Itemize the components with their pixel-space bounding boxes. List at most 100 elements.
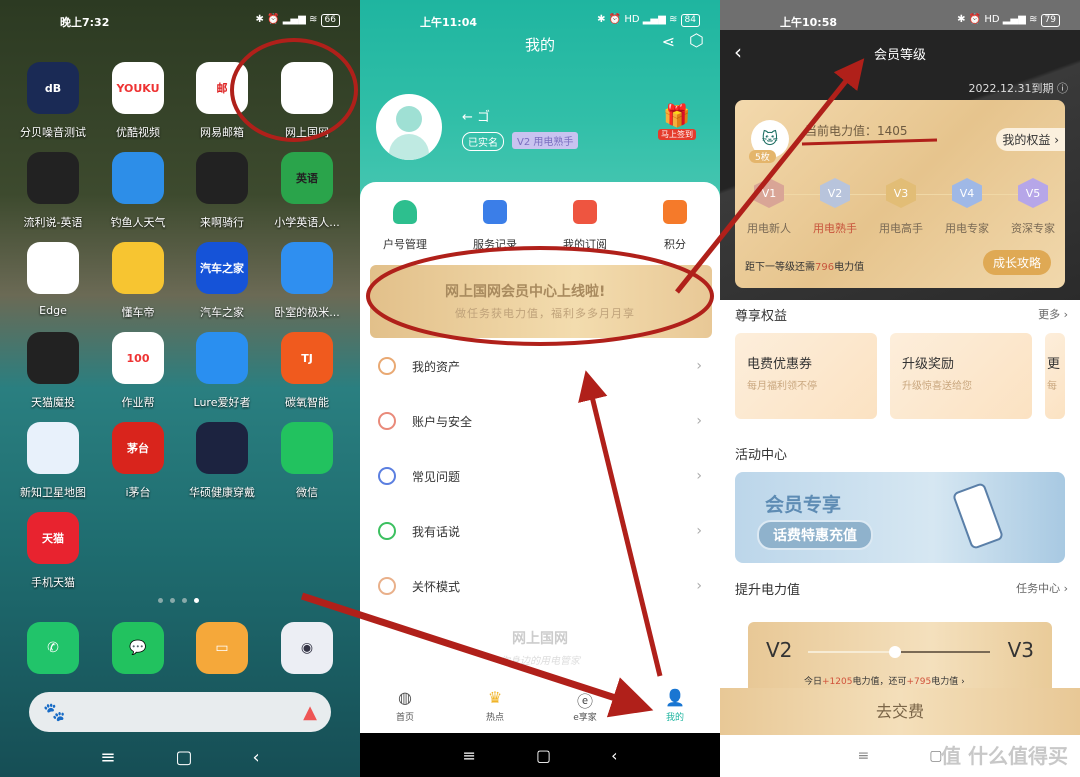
app-icon-3[interactable]: 邮网易邮箱 (180, 62, 264, 140)
search-bar[interactable]: 🐾 ▲ (29, 692, 331, 732)
status-bar: 晚上7:32 ✱ ⏰ ▂▄▆ ≋ 66 (0, 12, 360, 30)
app-icon-8[interactable]: 英语 小学英语人... (265, 152, 349, 230)
task-center-link[interactable]: 任务中心 › (1016, 580, 1068, 596)
quick-label: 服务记录 (473, 238, 517, 251)
remain-value: +795 (906, 677, 932, 687)
app-icon-glyph (196, 152, 248, 204)
level-name: 资深专家 (1011, 222, 1055, 235)
app-icon-20[interactable]: 微信 (265, 422, 349, 500)
back-icon[interactable]: ‹ (252, 747, 259, 768)
dock-camera[interactable]: ◉ (265, 622, 349, 674)
quick-records[interactable]: 服务记录 (450, 200, 540, 252)
app-icon-7[interactable]: 来啊骑行 (180, 152, 264, 230)
tab-mine[interactable]: 👤 我的 (630, 688, 720, 734)
menu-icon[interactable]: ≡ (100, 747, 115, 768)
growth-guide-button[interactable]: 成长攻略 (982, 250, 1051, 275)
app-icon-19[interactable]: 华硕健康穿戴 (180, 422, 264, 500)
app-icon-18[interactable]: 茅台 i茅台 (96, 422, 180, 500)
app-icon-2[interactable]: YOUKU 优酷视频 (96, 62, 180, 140)
activity-title: 活动中心 (735, 448, 788, 463)
app-label: 微信 (296, 486, 318, 499)
quick-subscription[interactable]: 我的订阅 (540, 200, 630, 252)
app-icon-15[interactable]: Lure爱好者 (180, 332, 264, 410)
quick-account[interactable]: 户号管理 (360, 200, 450, 252)
menu-item[interactable]: 我的资产 › (360, 346, 720, 386)
level-v3[interactable]: V3 用电高手 (873, 178, 929, 236)
tab-hot[interactable]: ♛ 热点 (450, 688, 540, 734)
more-link[interactable]: 更多 › (1038, 306, 1068, 322)
e-icon: ⓔ (576, 692, 593, 711)
benefit-card[interactable]: 更每 (1045, 333, 1065, 419)
menu-icon[interactable]: ≡ (463, 746, 476, 765)
app-icon-11[interactable]: 汽车之家 汽车之家 (180, 242, 264, 320)
benefit-title: 电费优惠券 (747, 357, 813, 372)
checkin-button[interactable]: 🎁 马上签到 (658, 104, 696, 150)
tab-label: 首页 (395, 713, 414, 723)
rights-title: 尊享权益 (735, 309, 788, 324)
app-icon-21[interactable]: 天猫 手机天猫 (11, 512, 95, 590)
app-icon-17[interactable]: 新知卫星地图 (11, 422, 95, 500)
phone-icon: ✆ (27, 622, 79, 674)
benefit-sub: 每 (1047, 381, 1057, 392)
app-icon-glyph (27, 332, 79, 384)
home-icon[interactable]: ▢ (175, 747, 192, 768)
app-icon-12[interactable]: 卧室的极米... (265, 242, 349, 320)
assistant-icon: ▲ (303, 701, 317, 723)
page-indicator[interactable] (158, 598, 199, 603)
level-name: 用电专家 (945, 222, 989, 235)
activity-banner-title: 会员专享 (765, 494, 842, 516)
menu-icon[interactable]: ≡ (858, 748, 870, 764)
share-icon[interactable]: ⋖ (662, 32, 675, 51)
quick-points[interactable]: 积分 (630, 200, 720, 252)
member-center-banner[interactable]: 网上国网会员中心上线啦! 做任务获电力值，福利多多月月享 (370, 265, 712, 338)
level-v4[interactable]: V4 用电专家 (939, 178, 995, 236)
next-level-unit: 电力值 (834, 262, 865, 273)
status-icons: ✱ ⏰ ▂▄▆ ≋ 66 (256, 14, 340, 27)
recharge-button[interactable]: 话费特惠充值 (757, 520, 873, 550)
menu-item[interactable]: 关怀模式 › (360, 566, 720, 606)
app-icon-13[interactable]: 天猫魔投 (11, 332, 95, 410)
app-icon-glyph (112, 152, 164, 204)
app-icon-glyph: dB (27, 62, 79, 114)
menu-item[interactable]: 我有话说 › (360, 511, 720, 551)
app-icon-4[interactable]: 网上国网 (265, 62, 349, 140)
benefit-card[interactable]: 升级奖励 升级惊喜送给您 (890, 333, 1032, 419)
settings-icon[interactable]: ⬡ (689, 31, 704, 51)
activity-banner[interactable]: 会员专享 话费特惠充值 (735, 472, 1065, 563)
back-icon[interactable]: ‹ (611, 746, 617, 765)
dock-wechat[interactable]: 💬 (96, 622, 180, 674)
my-rights-button[interactable]: 我的权益 › (996, 128, 1065, 151)
tab-home[interactable]: ◍ 首页 (360, 688, 450, 734)
tab-ehome[interactable]: ⓔ e享家 (540, 688, 630, 734)
app-icon-6[interactable]: 钓鱼人天气 (96, 152, 180, 230)
app-icon-glyph (281, 62, 333, 114)
pay-button[interactable]: 去交费 (720, 688, 1080, 735)
level-v5[interactable]: V5 资深专家 (1005, 178, 1061, 236)
app-icon-9[interactable]: Edge (11, 242, 95, 317)
chevron-right-icon: › (696, 358, 702, 374)
benefit-card[interactable]: 电费优惠券 每月福利领不停 (735, 333, 877, 419)
level-v1[interactable]: V1 用电新人 (741, 178, 797, 236)
level-badge[interactable]: 用电熟手 (533, 137, 573, 148)
app-label: 华硕健康穿戴 (189, 486, 255, 499)
globe-icon: ◍ (398, 688, 412, 707)
menu-label: 我的资产 (412, 359, 461, 374)
menu-item[interactable]: 账户与安全 › (360, 401, 720, 441)
level-v2[interactable]: V2 用电熟手 (807, 178, 863, 236)
app-icon-10[interactable]: 懂车帝 (96, 242, 180, 320)
dock-phone[interactable]: ✆ (11, 622, 95, 674)
dock-notes[interactable]: ▭ (180, 622, 264, 674)
app-icon-1[interactable]: dB 分贝噪音测试 (11, 62, 95, 140)
boost-title: 提升电力值 (735, 583, 801, 598)
home-icon[interactable]: ▢ (536, 746, 551, 765)
menu-item[interactable]: 常见问题 › (360, 456, 720, 496)
more-label: 更多 (1038, 308, 1061, 321)
power-value: 1405 (877, 124, 908, 138)
battery: 66 (320, 14, 340, 27)
avatar[interactable] (376, 94, 442, 160)
app-icon-5[interactable]: 流利说-英语 (11, 152, 95, 230)
app-icon-glyph (196, 422, 248, 474)
app-icon-16[interactable]: TJ 碳氧智能 (265, 332, 349, 410)
app-icon-14[interactable]: 100 作业帮 (96, 332, 180, 410)
info-icon[interactable]: ⓘ (1057, 82, 1068, 95)
